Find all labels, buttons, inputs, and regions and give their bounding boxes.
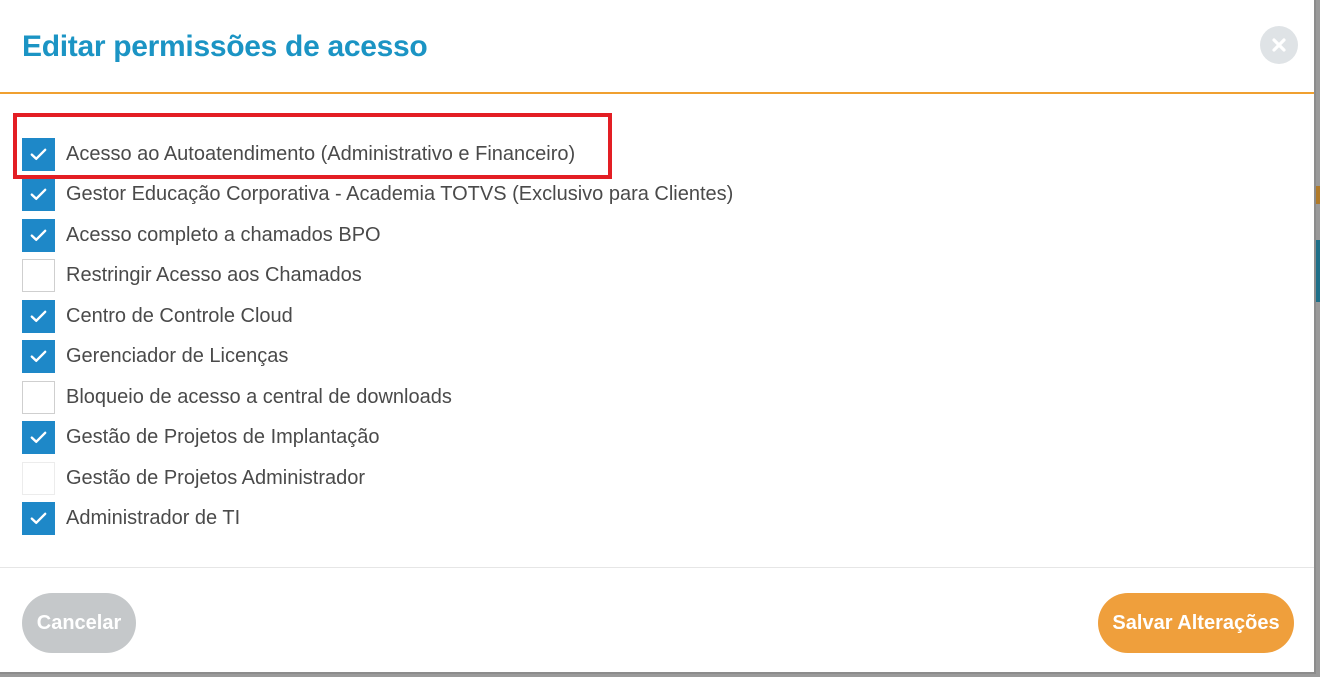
permission-checkbox[interactable] — [22, 421, 55, 455]
permission-checkbox[interactable] — [22, 218, 55, 252]
permission-item[interactable]: Gerenciador de Licenças — [22, 337, 733, 378]
checkmark-icon — [30, 310, 47, 322]
cancel-button[interactable]: Cancelar — [22, 593, 136, 653]
permission-label: Gestor Educação Corporativa - Academia T… — [66, 183, 734, 206]
modal-title: Editar permissões de acesso — [22, 30, 428, 63]
checkmark-icon — [30, 350, 47, 363]
permission-item[interactable]: Centro de Controle Cloud — [22, 296, 733, 337]
permission-item[interactable]: Bloqueio de acesso a central de download… — [22, 377, 733, 418]
permission-checkbox[interactable] — [22, 259, 55, 293]
checkmark-icon — [30, 148, 47, 160]
permission-label: Administrador de TI — [66, 507, 241, 530]
permission-checkbox[interactable] — [22, 299, 55, 333]
permission-checkbox[interactable] — [22, 178, 55, 212]
permissions-modal: Editar permissões de acesso Acesso ao Au… — [0, 0, 1316, 674]
permission-item[interactable]: Acesso ao Autoatendimento (Administrativ… — [22, 134, 733, 175]
checkmark-icon — [30, 512, 47, 525]
close-icon — [1272, 38, 1286, 52]
permission-item[interactable]: Acesso completo a chamados BPO — [22, 215, 733, 256]
permission-checkbox[interactable] — [22, 380, 55, 414]
modal-header: Editar permissões de acesso — [0, 0, 1314, 94]
permission-label: Acesso ao Autoatendimento (Administrativ… — [66, 142, 576, 165]
permission-item[interactable]: Gestão de Projetos de Implantação — [22, 418, 733, 459]
permission-label: Centro de Controle Cloud — [66, 304, 293, 327]
permission-item[interactable]: Gestor Educação Corporativa - Academia T… — [22, 175, 733, 216]
permission-label: Gestão de Projetos Administrador — [66, 466, 366, 489]
permission-label: Gerenciador de Licenças — [66, 345, 289, 368]
checkmark-icon — [30, 188, 47, 201]
permission-checkbox[interactable] — [22, 137, 55, 171]
checkmark-icon — [30, 229, 47, 241]
close-button[interactable] — [1260, 26, 1298, 64]
permission-item[interactable]: Administrador de TI — [22, 499, 733, 540]
permission-checkbox[interactable] — [22, 502, 55, 536]
save-changes-button[interactable]: Salvar Alterações — [1098, 593, 1294, 653]
permission-item[interactable]: Gestão de Projetos Administrador — [22, 458, 733, 499]
modal-body: Acesso ao Autoatendimento (Administrativ… — [0, 94, 1314, 568]
permission-label: Acesso completo a chamados BPO — [66, 223, 381, 246]
permission-list: Acesso ao Autoatendimento (Administrativ… — [22, 134, 733, 539]
permission-label: Restringir Acesso aos Chamados — [66, 264, 362, 287]
permission-label: Gestão de Projetos de Implantação — [66, 426, 380, 449]
permission-checkbox[interactable] — [22, 461, 55, 495]
permission-checkbox[interactable] — [22, 340, 55, 374]
permission-item[interactable]: Restringir Acesso aos Chamados — [22, 256, 733, 297]
permission-label: Bloqueio de acesso a central de download… — [66, 385, 452, 408]
checkmark-icon — [30, 431, 47, 444]
